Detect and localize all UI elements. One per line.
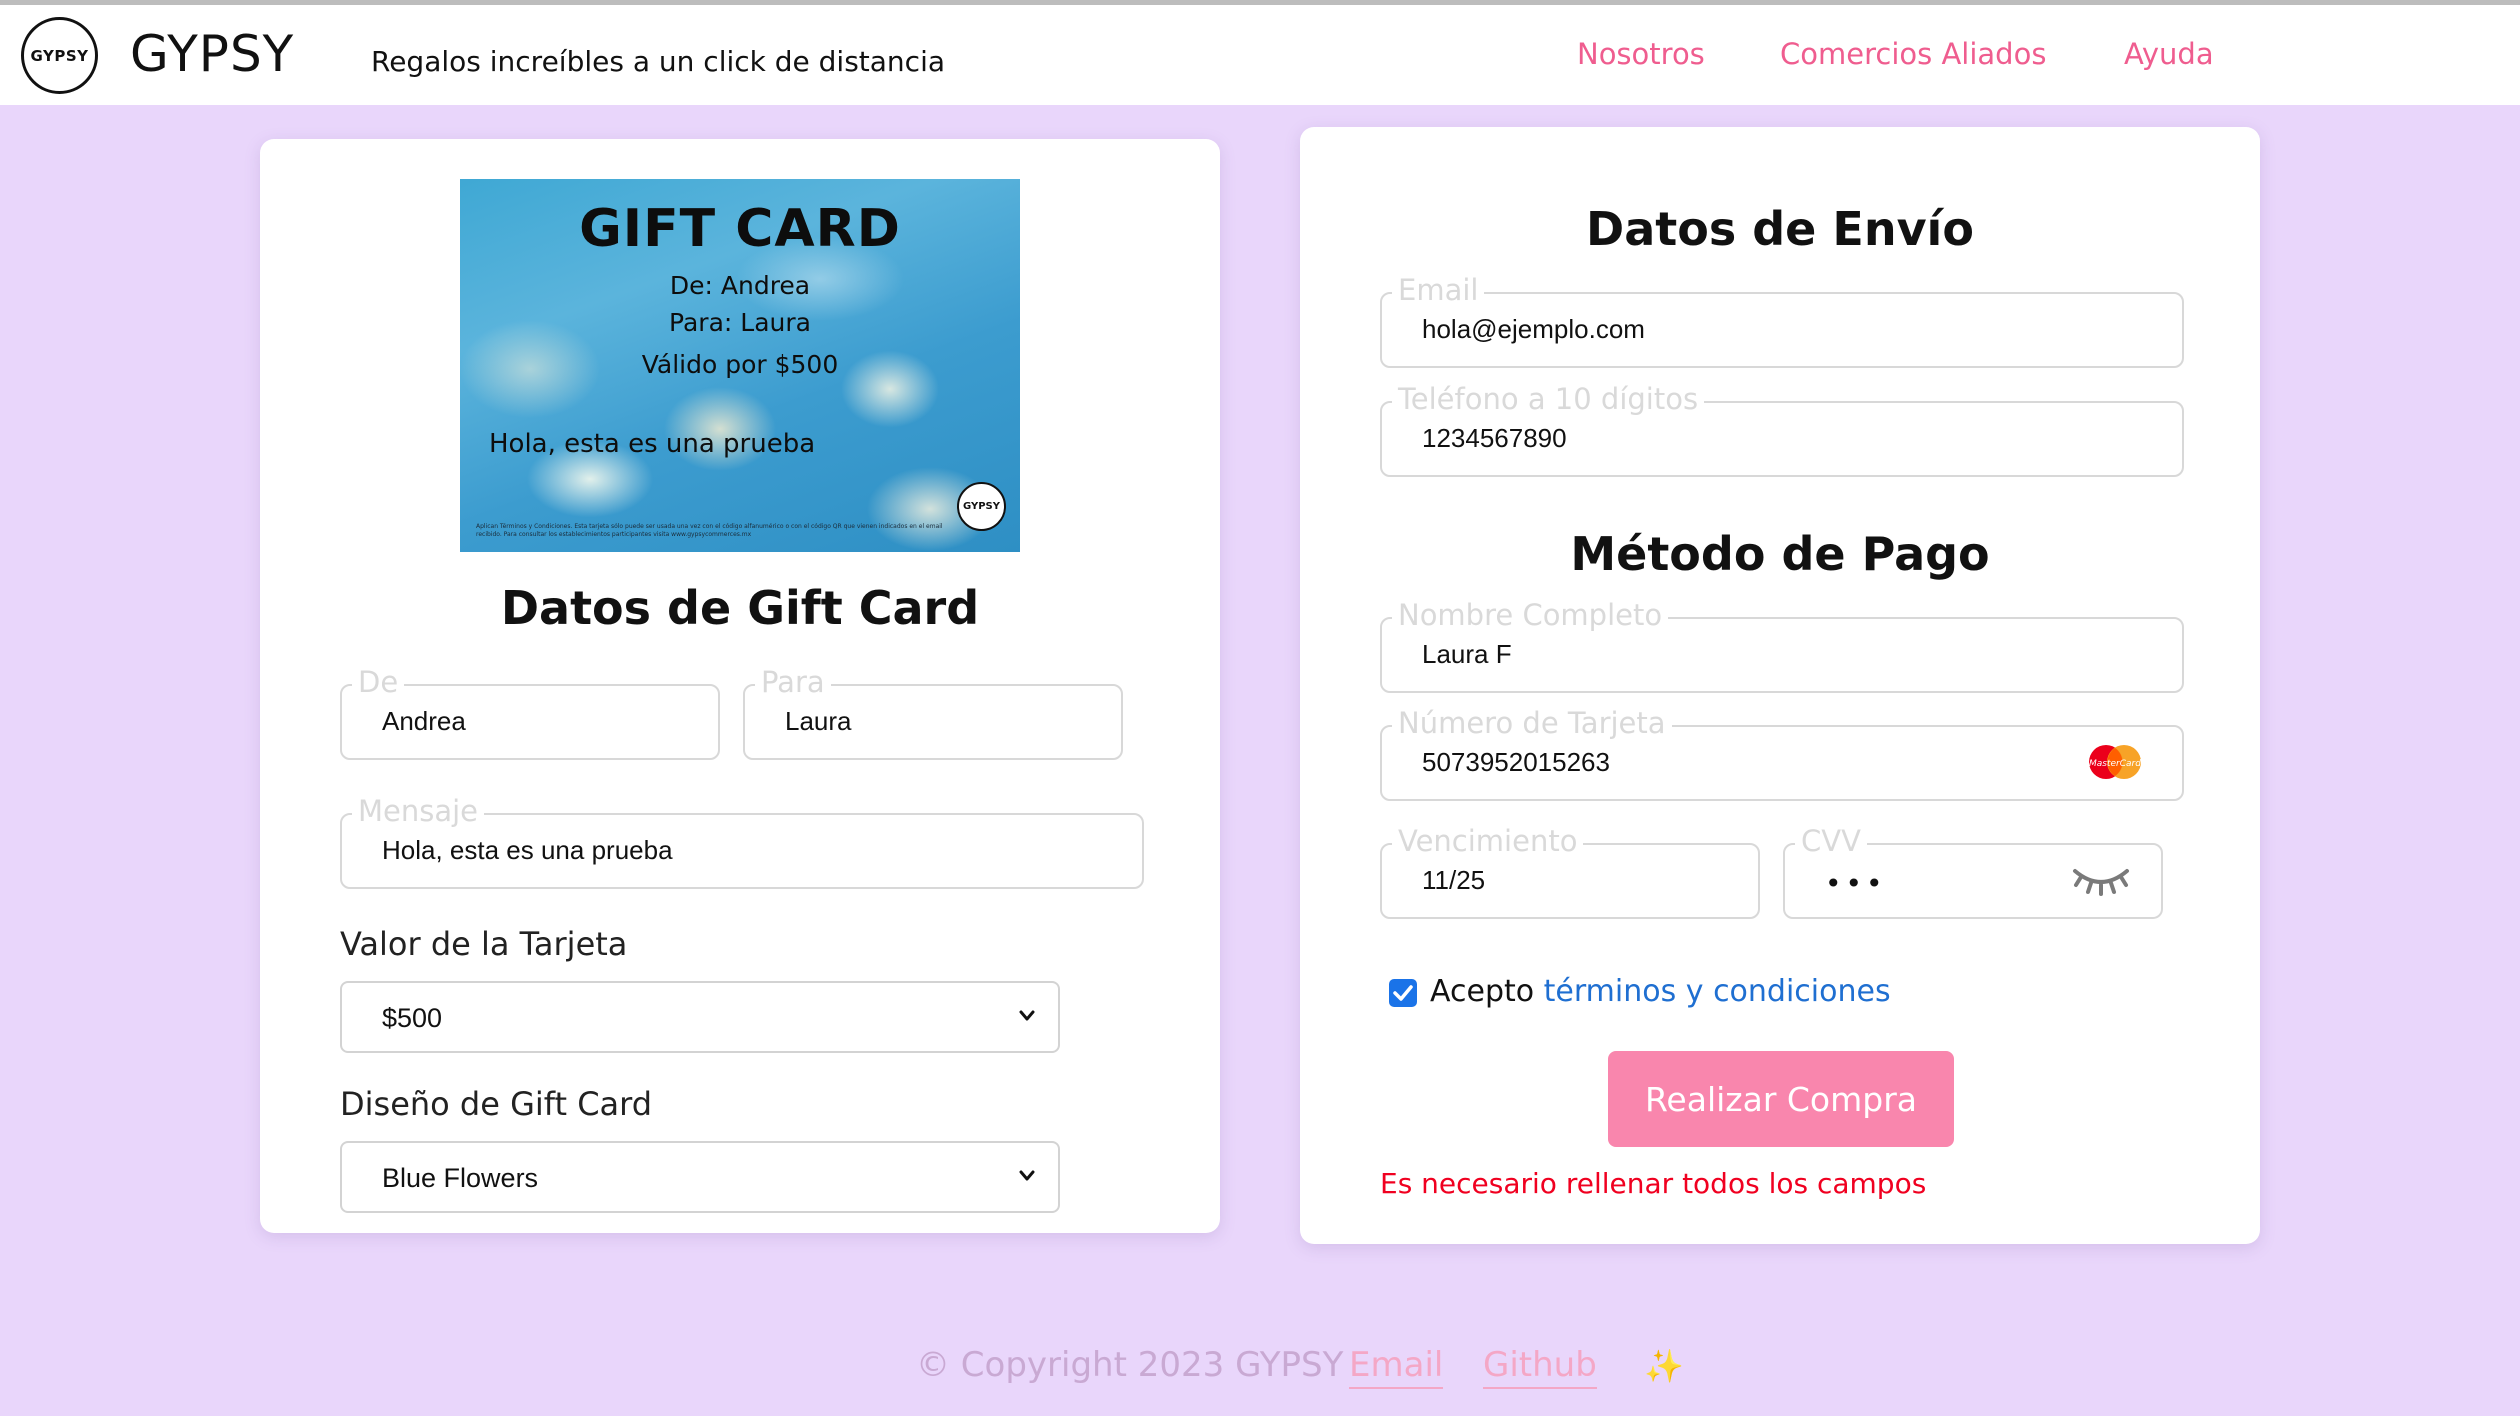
message-value[interactable]: Hola, esta es una prueba [382, 835, 673, 866]
sparkle-icon: ✨ [1644, 1347, 1684, 1385]
shipping-title: Datos de Envío [1586, 202, 1974, 256]
cvv-label: CVV [1795, 824, 1867, 858]
design-select[interactable]: Blue Flowers [340, 1141, 1060, 1213]
card-value-select[interactable]: $500 [340, 981, 1060, 1053]
footer-github-link[interactable]: Github [1483, 1345, 1597, 1389]
expiry-label: Vencimiento [1392, 824, 1584, 858]
terms-link[interactable]: términos y condiciones [1544, 974, 1891, 1009]
tagline: Regalos increíbles a un click de distanc… [371, 45, 946, 78]
card-number-field[interactable]: Número de Tarjeta 5073952015263 MasterCa… [1380, 706, 2184, 801]
footer-email-link[interactable]: Email [1349, 1345, 1444, 1389]
gift-card-from: De: Andrea [669, 271, 811, 300]
nav-comercios-aliados[interactable]: Comercios Aliados [1780, 37, 2046, 71]
email-label: Email [1392, 273, 1485, 307]
nav-ayuda[interactable]: Ayuda [2124, 37, 2214, 71]
checkmark-icon [1393, 985, 1413, 1001]
from-value[interactable]: Andrea [382, 706, 466, 737]
nav-nosotros[interactable]: Nosotros [1577, 37, 1705, 71]
error-message: Es necesario rellenar todos los campos [1380, 1167, 1927, 1200]
gift-card-message: Hola, esta es una prueba [489, 429, 816, 459]
card-value-selected: $500 [382, 1003, 443, 1033]
from-label: De [352, 665, 405, 699]
gift-card-panel: GIFT CARD De: Andrea Para: Laura Válido … [260, 139, 1220, 1233]
gift-card-to: Para: Laura [669, 308, 811, 337]
checkout-panel: Datos de Envío Email hola@ejemplo.com Te… [1300, 127, 2260, 1244]
full-name-value[interactable]: Laura F [1422, 639, 1512, 670]
logo[interactable]: GYPSY [21, 17, 98, 94]
gift-card-preview: GIFT CARD De: Andrea Para: Laura Válido … [460, 179, 1020, 552]
to-field[interactable]: Para Laura [743, 665, 1123, 760]
to-label: Para [755, 665, 831, 699]
cvv-field[interactable]: CVV ••• [1783, 824, 2163, 919]
message-field[interactable]: Mensaje Hola, esta es una prueba [340, 794, 1144, 889]
phone-value[interactable]: 1234567890 [1422, 423, 1567, 454]
chevron-down-icon [1019, 1170, 1035, 1181]
from-field[interactable]: De Andrea [340, 665, 720, 760]
gift-card-logo: GYPSY [957, 482, 1006, 531]
brand-name[interactable]: GYPSY [130, 25, 294, 83]
phone-field[interactable]: Teléfono a 10 dígitos 1234567890 [1380, 382, 2184, 477]
gift-card-fine-print: Aplican Términos y Condiciones. Esta tar… [476, 523, 943, 538]
payment-title: Método de Pago [1570, 527, 1990, 581]
gift-form-title: Datos de Gift Card [500, 581, 980, 635]
to-value[interactable]: Laura [785, 706, 852, 737]
terms-checkbox[interactable] [1389, 979, 1417, 1007]
email-value[interactable]: hola@ejemplo.com [1422, 314, 1645, 345]
card-number-label: Número de Tarjeta [1392, 706, 1672, 740]
header: GYPSY GYPSY Regalos increíbles a un clic… [0, 5, 2520, 105]
full-name-label: Nombre Completo [1392, 598, 1669, 632]
logo-text: GYPSY [30, 46, 89, 65]
phone-label: Teléfono a 10 dígitos [1392, 382, 1705, 416]
terms-prefix: Acepto [1430, 974, 1535, 1009]
expiry-value[interactable]: 11/25 [1422, 865, 1485, 896]
message-label: Mensaje [352, 794, 485, 828]
card-value-label: Valor de la Tarjeta [340, 925, 628, 963]
card-number-value[interactable]: 5073952015263 [1422, 747, 1610, 778]
mastercard-icon: MasterCard [2089, 745, 2141, 779]
terms-label: Acepto términos y condiciones [1430, 974, 1891, 1009]
design-label: Diseño de Gift Card [340, 1085, 653, 1123]
email-field[interactable]: Email hola@ejemplo.com [1380, 273, 2184, 368]
design-selected: Blue Flowers [382, 1163, 539, 1193]
footer: © Copyright 2023 GYPSY Email Github ✨ [0, 1345, 2520, 1395]
eye-closed-icon[interactable] [2071, 863, 2131, 897]
full-name-field[interactable]: Nombre Completo Laura F [1380, 598, 2184, 693]
gift-card-value: Válido por $500 [641, 350, 839, 379]
mastercard-text: MasterCard [2089, 759, 2141, 769]
chevron-down-icon [1019, 1010, 1035, 1021]
gift-card-logo-text: GYPSY [962, 501, 1000, 512]
expiry-field[interactable]: Vencimiento 11/25 [1380, 824, 1760, 919]
submit-purchase-button[interactable]: Realizar Compra [1608, 1051, 1954, 1147]
footer-copyright: © Copyright 2023 GYPSY [916, 1345, 1344, 1385]
gift-card-title: GIFT CARD [579, 199, 901, 259]
cvv-value[interactable]: ••• [1825, 867, 1887, 900]
